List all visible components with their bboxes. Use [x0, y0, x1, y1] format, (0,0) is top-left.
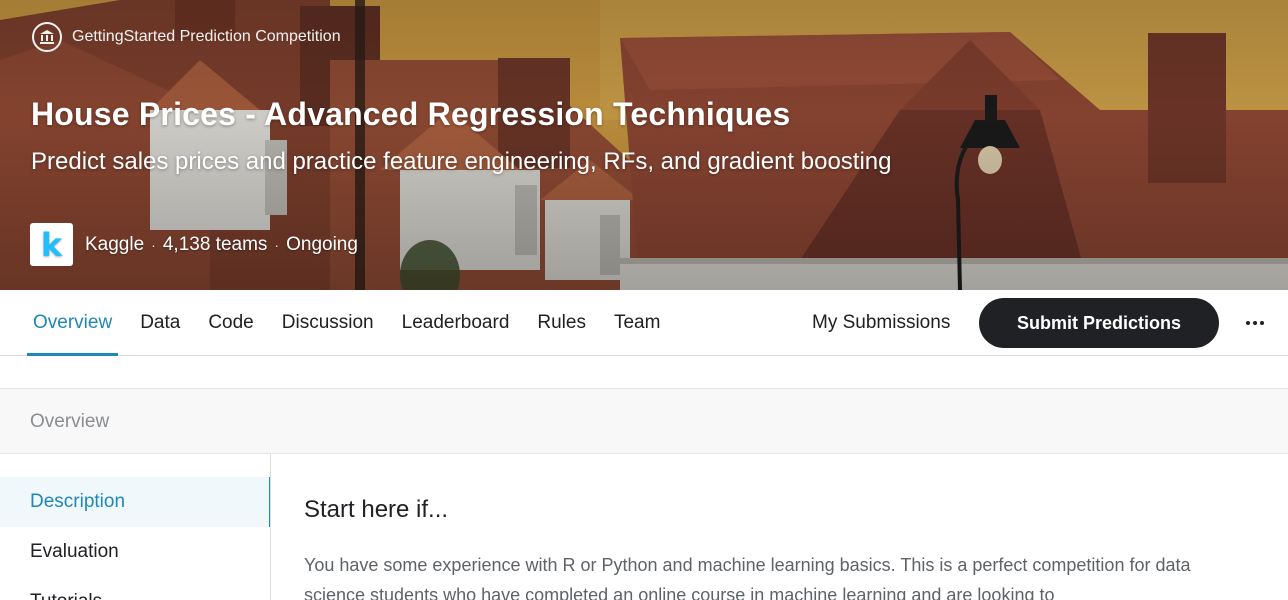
description-content: Start here if... You have some experienc…	[304, 454, 1244, 600]
tab-data[interactable]: Data	[134, 290, 186, 356]
competition-type: GettingStarted Prediction Competition	[32, 22, 341, 52]
competition-status: Ongoing	[286, 233, 358, 255]
tab-overview[interactable]: Overview	[27, 290, 119, 356]
section-header: Overview	[0, 388, 1288, 454]
competition-tabs-bar: Overview Data Code Discussion Leaderboar…	[0, 290, 1288, 356]
content-heading: Start here if...	[304, 496, 449, 523]
section-title: Overview	[30, 411, 110, 432]
content-paragraph: You have some experience with R or Pytho…	[304, 555, 1191, 600]
kaggle-logo-icon[interactable]: k	[30, 223, 73, 266]
tab-code[interactable]: Code	[202, 290, 259, 356]
competition-header-banner: GettingStarted Prediction Competition Ho…	[0, 0, 1288, 290]
competition-type-label: GettingStarted Prediction Competition	[72, 28, 341, 45]
tab-rules[interactable]: Rules	[531, 290, 592, 356]
side-nav-item-evaluation[interactable]: Evaluation	[0, 527, 270, 577]
institution-icon	[32, 22, 62, 52]
competition-subtitle: Predict sales prices and practice featur…	[31, 148, 892, 175]
tab-list: Overview Data Code Discussion Leaderboar…	[27, 290, 682, 356]
tab-team[interactable]: Team	[608, 290, 666, 356]
more-horizontal-icon[interactable]	[1238, 303, 1272, 343]
teams-count: 4,138 teams	[162, 233, 268, 255]
my-submissions-link[interactable]: My Submissions	[812, 290, 950, 356]
submit-predictions-button[interactable]: Submit Predictions	[979, 298, 1219, 348]
meta-separator: ·	[151, 236, 156, 253]
organizer-name[interactable]: Kaggle	[85, 234, 144, 256]
competition-meta: k Kaggle · 4,138 teams · Ongoing	[30, 223, 358, 266]
side-nav-item-description[interactable]: Description	[0, 477, 270, 527]
side-nav-item-tutorials[interactable]: Tutorials	[0, 577, 270, 600]
meta-separator: ·	[274, 236, 280, 253]
tab-discussion[interactable]: Discussion	[276, 290, 380, 356]
tab-leaderboard[interactable]: Leaderboard	[396, 290, 516, 356]
overview-side-nav: Description Evaluation Tutorials	[0, 454, 271, 600]
competition-title: House Prices - Advanced Regression Techn…	[31, 96, 791, 132]
